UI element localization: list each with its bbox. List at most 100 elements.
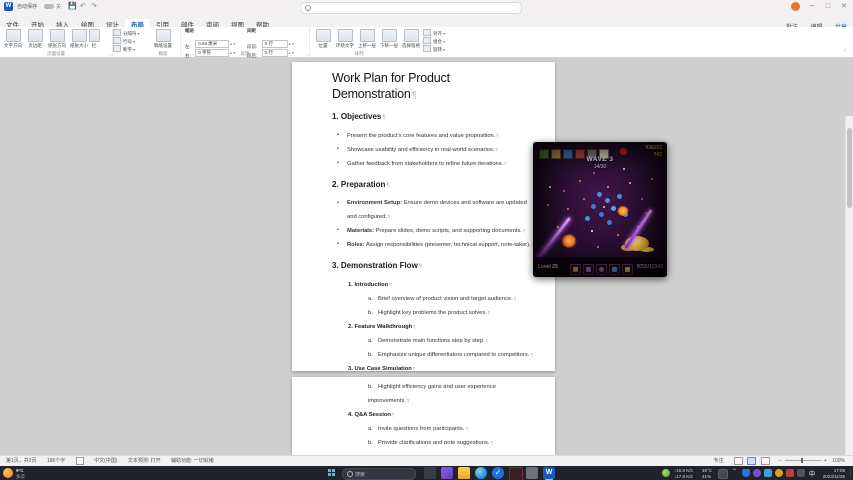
word-taskbar-icon[interactable]: W [543,467,555,479]
account-avatar[interactable] [791,2,800,11]
ime-indicator[interactable]: 中 [809,469,815,478]
orientation-button[interactable]: 纸张方向 [46,28,68,50]
text-direction-button[interactable]: 文字方向 [2,28,24,50]
defender-shield-icon[interactable] [742,469,750,477]
flow-subitem: b.Provide clarifications and note sugges… [332,436,537,450]
maximize-button[interactable]: □ [820,0,836,14]
zoom-slider[interactable] [785,460,821,461]
file-explorer-icon[interactable] [458,467,470,479]
cpu-temp[interactable]: 45°C [702,468,712,473]
group-label-paragraph: 段落 [181,51,309,57]
clock-date[interactable]: 2023/11/25 [823,474,845,479]
antivirus-tray-icon[interactable] [662,469,670,477]
snipping-tray-icon[interactable] [718,469,728,479]
weather-temp: 9°C [16,468,24,473]
edge-browser-icon[interactable] [475,467,487,479]
group-paragraph: 缩进 左: 0.64 厘米▲▼ 右: 0 字符▲▼ 间距 段前: 0 行▲▼ 段… [181,27,310,57]
close-button[interactable]: ✕ [836,0,852,14]
selection-pane-button[interactable]: 选择窗格 [400,28,422,50]
volume-tray-icon[interactable] [797,469,805,477]
update-tray-icon[interactable] [775,469,783,477]
text-direction-icon [6,29,21,42]
redo-button[interactable]: ↷ [91,0,97,14]
group-manuscript: 稿纸设置 稿纸 [146,27,181,57]
document-page-2[interactable]: b.Highlight efficiency gains and user ex… [292,377,555,455]
net-speed-up[interactable]: ↑16.8 K/s [674,468,693,473]
align-icon [423,29,431,36]
grid-paper-icon [156,29,171,42]
selection-pane-icon [404,29,419,42]
page-setup-dialog-launcher[interactable]: ⌟ [109,51,111,56]
rotate-button[interactable]: 旋转 ▾ [423,45,445,52]
vpn-tray-icon[interactable] [753,469,761,477]
heading-preparation: 2. Preparation [332,179,537,192]
margins-button[interactable]: 页边距 [24,28,46,50]
flow-subitem: b.Highlight efficiency gains and user ex… [332,381,537,408]
clock-time[interactable]: 17:09 [834,468,845,473]
breaks-icon [113,29,121,36]
start-button[interactable] [326,467,338,479]
wrap-text-icon [338,29,353,42]
paper-size-icon [72,29,87,42]
flow-item: 4. Q&A Session [332,408,537,422]
flow-subitem: a.Demonstrate main functions step by ste… [332,334,537,348]
windows-taskbar: 9°C 多云 搜索 ✓ W ↑16.8 K/s ↓17.8 K/s 45°C 4… [0,466,853,480]
autosave-label: 自动保存 [17,0,37,14]
hyphenation-icon [113,45,121,52]
group-button[interactable]: 组合 ▾ [423,37,445,44]
align-button[interactable]: 对齐 ▾ [423,29,445,36]
line-numbers-icon [113,37,121,44]
hyphenation-button[interactable]: 断字 ▾ [113,45,135,52]
weather-icon [3,468,13,478]
print-layout-icon[interactable] [747,457,756,465]
read-mode-icon[interactable] [734,457,743,465]
web-layout-icon[interactable] [761,457,770,465]
autosave-toggle[interactable] [44,4,54,9]
flow-subitem: a.Invite questions from participants. [332,422,537,436]
ribbon-tab-row: 文件开始插入绘图设计布局引用邮件审阅视图帮助 批注 编辑 共享 [0,14,853,27]
settings-app-icon[interactable] [526,467,538,479]
breaks-button[interactable]: 分隔符 ▾ [113,29,140,36]
bring-forward-button[interactable]: 上移一层 [356,28,378,50]
show-desktop-button[interactable] [850,468,851,478]
todo-app-icon[interactable]: ✓ [492,467,504,479]
paper-size-button[interactable]: 纸张大小 [68,28,90,50]
undo-button[interactable]: ↶ [80,0,86,14]
line-numbers-button[interactable]: 行号 ▾ [113,37,135,44]
position-button[interactable]: 位置 [312,28,334,50]
zoom-slider-thumb[interactable] [801,458,803,463]
grid-paper-setup-button[interactable]: 稿纸设置 [152,28,174,50]
search-placeholder: 搜索 [355,471,365,478]
doc-title: Work Plan for Product Demonstration [332,70,537,103]
proofing-icon[interactable] [76,457,84,465]
heading-flow: 3. Demonstration Flow [332,260,537,273]
cloud-tray-icon[interactable] [764,469,772,477]
rotate-icon [423,45,431,52]
document-page-1[interactable]: Work Plan for Product Demonstration 1. O… [292,62,555,371]
document-canvas: Work Plan for Product Demonstration 1. O… [0,58,853,455]
send-backward-button[interactable]: 下移一层 [378,28,400,50]
taskbar-search[interactable]: 搜索 [342,468,416,480]
scrollbar-thumb[interactable] [847,128,852,208]
group-arrange: 位置 环绕文字 上移一层 下移一层 选择窗格 对齐 ▾ 组合 ▾ 旋转 ▾ 排列 [310,27,438,57]
titlebar-search-box[interactable] [300,2,522,14]
task-view-icon[interactable] [424,467,436,479]
columns-button[interactable]: 栏 [88,28,100,50]
paragraph-dialog-launcher[interactable]: ⌟ [306,51,308,56]
net-speed-down[interactable]: ↓17.8 K/s [674,474,693,479]
autosave-state: 关 [56,0,61,14]
tray-chevron-icon[interactable]: ⌃ [732,468,737,475]
game-overlay-window[interactable]: 938203 742 WAVE 3 14/30 Level 25 0055/12… [533,142,667,277]
wrap-text-button[interactable]: 环绕文字 [334,28,356,50]
game-app-icon[interactable] [509,467,523,480]
bullet: Present the product's core features and … [332,129,537,143]
security-tray-icon[interactable] [786,469,794,477]
collapse-ribbon-icon[interactable]: ⌃ [843,49,847,55]
flow-item: 3. Use Case Simulation [332,362,537,376]
save-button[interactable]: 💾 [68,0,77,14]
minimize-button[interactable]: ─ [804,0,820,14]
cpu-load[interactable]: 41% [702,474,711,479]
word-app-icon[interactable]: W [4,2,13,11]
document-scrollbar[interactable] [845,116,853,480]
copilot-app-icon[interactable] [441,467,453,479]
